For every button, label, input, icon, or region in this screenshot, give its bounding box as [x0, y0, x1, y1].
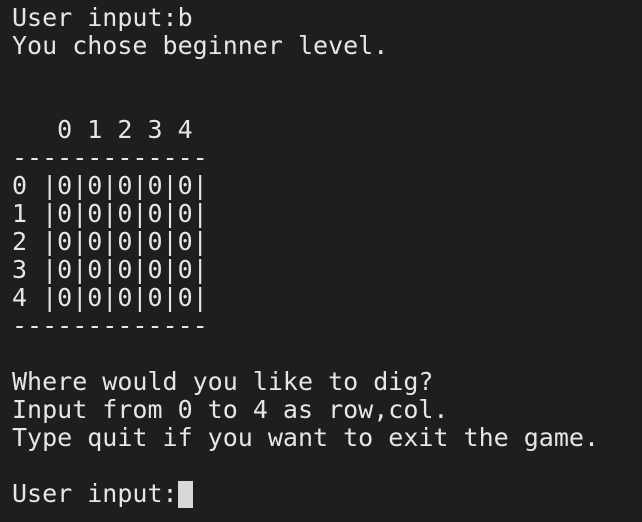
board-bottom-border: -------------	[12, 311, 208, 340]
board-top-border: -------------	[12, 143, 208, 172]
input-prompt-line[interactable]: User input:	[12, 480, 642, 508]
level-message: You chose beginner level.	[12, 31, 389, 60]
board-row-2: 2 |0|0|0|0|0|	[12, 227, 208, 256]
quit-instructions: Type quit if you want to exit the game.	[12, 423, 599, 452]
board-row-0: 0 |0|0|0|0|0|	[12, 171, 208, 200]
board-column-header: 0 1 2 3 4	[12, 115, 193, 144]
input-instructions: Input from 0 to 4 as row,col.	[12, 395, 449, 424]
dig-question: Where would you like to dig?	[12, 367, 434, 396]
previous-input-line: User input:b	[12, 3, 193, 32]
terminal-window[interactable]: User input:b You chose beginner level. 0…	[0, 0, 642, 522]
board-row-4: 4 |0|0|0|0|0|	[12, 283, 208, 312]
text-cursor[interactable]	[177, 481, 193, 508]
board-row-1: 1 |0|0|0|0|0|	[12, 199, 208, 228]
input-prompt: User input:	[12, 479, 178, 508]
board-row-3: 3 |0|0|0|0|0|	[12, 255, 208, 284]
